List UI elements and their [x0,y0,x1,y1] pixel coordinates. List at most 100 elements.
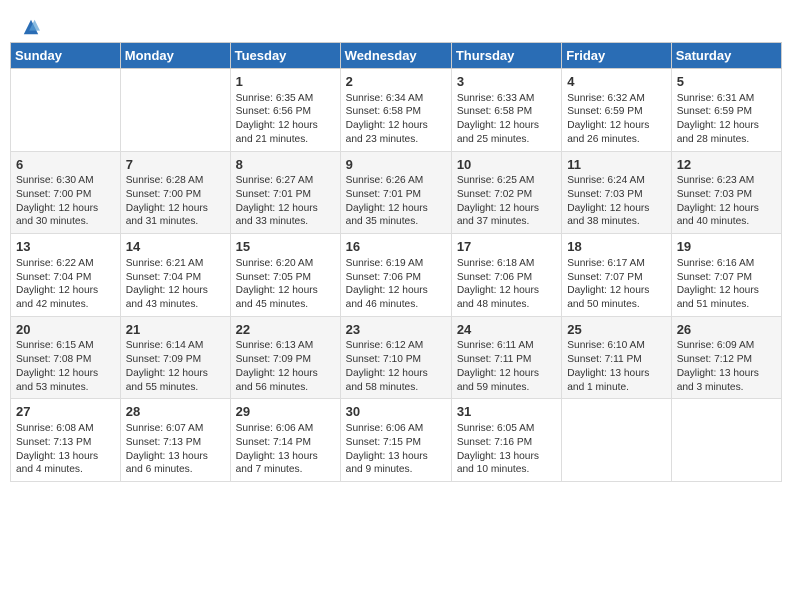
day-info: Sunrise: 6:21 AM Sunset: 7:04 PM Dayligh… [126,257,225,312]
day-of-week-header: Friday [562,43,671,69]
day-number: 19 [677,238,776,256]
day-info: Sunrise: 6:14 AM Sunset: 7:09 PM Dayligh… [126,339,225,394]
calendar-day-cell: 30Sunrise: 6:06 AM Sunset: 7:15 PM Dayli… [340,399,451,482]
day-info: Sunrise: 6:28 AM Sunset: 7:00 PM Dayligh… [126,174,225,229]
day-info: Sunrise: 6:20 AM Sunset: 7:05 PM Dayligh… [236,257,335,312]
calendar-day-cell: 10Sunrise: 6:25 AM Sunset: 7:02 PM Dayli… [451,151,561,234]
calendar-day-cell: 7Sunrise: 6:28 AM Sunset: 7:00 PM Daylig… [120,151,230,234]
day-number: 29 [236,403,335,421]
calendar-day-cell: 17Sunrise: 6:18 AM Sunset: 7:06 PM Dayli… [451,234,561,317]
day-number: 9 [346,156,446,174]
logo-text [20,18,40,36]
calendar-day-cell: 31Sunrise: 6:05 AM Sunset: 7:16 PM Dayli… [451,399,561,482]
day-number: 7 [126,156,225,174]
calendar-week-row: 1Sunrise: 6:35 AM Sunset: 6:56 PM Daylig… [11,69,782,152]
calendar-day-cell: 9Sunrise: 6:26 AM Sunset: 7:01 PM Daylig… [340,151,451,234]
calendar-day-cell: 2Sunrise: 6:34 AM Sunset: 6:58 PM Daylig… [340,69,451,152]
calendar-day-cell: 23Sunrise: 6:12 AM Sunset: 7:10 PM Dayli… [340,316,451,399]
day-number: 6 [16,156,115,174]
day-of-week-header: Sunday [11,43,121,69]
day-number: 15 [236,238,335,256]
day-info: Sunrise: 6:34 AM Sunset: 6:58 PM Dayligh… [346,92,446,147]
calendar-day-cell: 12Sunrise: 6:23 AM Sunset: 7:03 PM Dayli… [671,151,781,234]
day-number: 23 [346,321,446,339]
day-info: Sunrise: 6:19 AM Sunset: 7:06 PM Dayligh… [346,257,446,312]
day-number: 4 [567,73,665,91]
calendar-empty-cell [671,399,781,482]
calendar-week-row: 27Sunrise: 6:08 AM Sunset: 7:13 PM Dayli… [11,399,782,482]
day-info: Sunrise: 6:27 AM Sunset: 7:01 PM Dayligh… [236,174,335,229]
day-info: Sunrise: 6:30 AM Sunset: 7:00 PM Dayligh… [16,174,115,229]
logo-icon [22,18,40,36]
calendar-day-cell: 5Sunrise: 6:31 AM Sunset: 6:59 PM Daylig… [671,69,781,152]
day-number: 30 [346,403,446,421]
day-number: 31 [457,403,556,421]
day-number: 25 [567,321,665,339]
day-of-week-header: Thursday [451,43,561,69]
day-info: Sunrise: 6:18 AM Sunset: 7:06 PM Dayligh… [457,257,556,312]
day-of-week-header: Saturday [671,43,781,69]
day-info: Sunrise: 6:16 AM Sunset: 7:07 PM Dayligh… [677,257,776,312]
calendar-day-cell: 6Sunrise: 6:30 AM Sunset: 7:00 PM Daylig… [11,151,121,234]
calendar-day-cell: 24Sunrise: 6:11 AM Sunset: 7:11 PM Dayli… [451,316,561,399]
calendar-day-cell: 27Sunrise: 6:08 AM Sunset: 7:13 PM Dayli… [11,399,121,482]
calendar-day-cell: 11Sunrise: 6:24 AM Sunset: 7:03 PM Dayli… [562,151,671,234]
day-info: Sunrise: 6:15 AM Sunset: 7:08 PM Dayligh… [16,339,115,394]
day-number: 1 [236,73,335,91]
day-info: Sunrise: 6:07 AM Sunset: 7:13 PM Dayligh… [126,422,225,477]
day-info: Sunrise: 6:32 AM Sunset: 6:59 PM Dayligh… [567,92,665,147]
calendar-empty-cell [562,399,671,482]
calendar-day-cell: 14Sunrise: 6:21 AM Sunset: 7:04 PM Dayli… [120,234,230,317]
calendar-day-cell: 19Sunrise: 6:16 AM Sunset: 7:07 PM Dayli… [671,234,781,317]
calendar-week-row: 13Sunrise: 6:22 AM Sunset: 7:04 PM Dayli… [11,234,782,317]
day-of-week-header: Wednesday [340,43,451,69]
day-info: Sunrise: 6:06 AM Sunset: 7:14 PM Dayligh… [236,422,335,477]
calendar-week-row: 20Sunrise: 6:15 AM Sunset: 7:08 PM Dayli… [11,316,782,399]
day-info: Sunrise: 6:06 AM Sunset: 7:15 PM Dayligh… [346,422,446,477]
day-number: 27 [16,403,115,421]
calendar-day-cell: 15Sunrise: 6:20 AM Sunset: 7:05 PM Dayli… [230,234,340,317]
day-info: Sunrise: 6:12 AM Sunset: 7:10 PM Dayligh… [346,339,446,394]
day-info: Sunrise: 6:08 AM Sunset: 7:13 PM Dayligh… [16,422,115,477]
calendar-day-cell: 1Sunrise: 6:35 AM Sunset: 6:56 PM Daylig… [230,69,340,152]
calendar-day-cell: 20Sunrise: 6:15 AM Sunset: 7:08 PM Dayli… [11,316,121,399]
day-of-week-header: Tuesday [230,43,340,69]
day-number: 11 [567,156,665,174]
day-number: 13 [16,238,115,256]
page-header [10,10,782,36]
day-info: Sunrise: 6:22 AM Sunset: 7:04 PM Dayligh… [16,257,115,312]
day-number: 2 [346,73,446,91]
calendar-day-cell: 25Sunrise: 6:10 AM Sunset: 7:11 PM Dayli… [562,316,671,399]
day-number: 18 [567,238,665,256]
day-number: 26 [677,321,776,339]
day-number: 16 [346,238,446,256]
day-info: Sunrise: 6:23 AM Sunset: 7:03 PM Dayligh… [677,174,776,229]
calendar-empty-cell [120,69,230,152]
calendar-day-cell: 22Sunrise: 6:13 AM Sunset: 7:09 PM Dayli… [230,316,340,399]
calendar-day-cell: 21Sunrise: 6:14 AM Sunset: 7:09 PM Dayli… [120,316,230,399]
day-info: Sunrise: 6:11 AM Sunset: 7:11 PM Dayligh… [457,339,556,394]
day-info: Sunrise: 6:35 AM Sunset: 6:56 PM Dayligh… [236,92,335,147]
day-info: Sunrise: 6:33 AM Sunset: 6:58 PM Dayligh… [457,92,556,147]
day-number: 10 [457,156,556,174]
day-info: Sunrise: 6:26 AM Sunset: 7:01 PM Dayligh… [346,174,446,229]
calendar-day-cell: 26Sunrise: 6:09 AM Sunset: 7:12 PM Dayli… [671,316,781,399]
day-number: 3 [457,73,556,91]
day-number: 22 [236,321,335,339]
calendar-day-cell: 8Sunrise: 6:27 AM Sunset: 7:01 PM Daylig… [230,151,340,234]
calendar-day-cell: 28Sunrise: 6:07 AM Sunset: 7:13 PM Dayli… [120,399,230,482]
calendar-week-row: 6Sunrise: 6:30 AM Sunset: 7:00 PM Daylig… [11,151,782,234]
day-number: 24 [457,321,556,339]
day-number: 20 [16,321,115,339]
day-number: 12 [677,156,776,174]
day-number: 8 [236,156,335,174]
calendar-day-cell: 4Sunrise: 6:32 AM Sunset: 6:59 PM Daylig… [562,69,671,152]
day-number: 14 [126,238,225,256]
day-number: 21 [126,321,225,339]
calendar-day-cell: 3Sunrise: 6:33 AM Sunset: 6:58 PM Daylig… [451,69,561,152]
logo [20,18,40,32]
calendar-header-row: SundayMondayTuesdayWednesdayThursdayFrid… [11,43,782,69]
day-number: 28 [126,403,225,421]
day-number: 17 [457,238,556,256]
day-info: Sunrise: 6:25 AM Sunset: 7:02 PM Dayligh… [457,174,556,229]
